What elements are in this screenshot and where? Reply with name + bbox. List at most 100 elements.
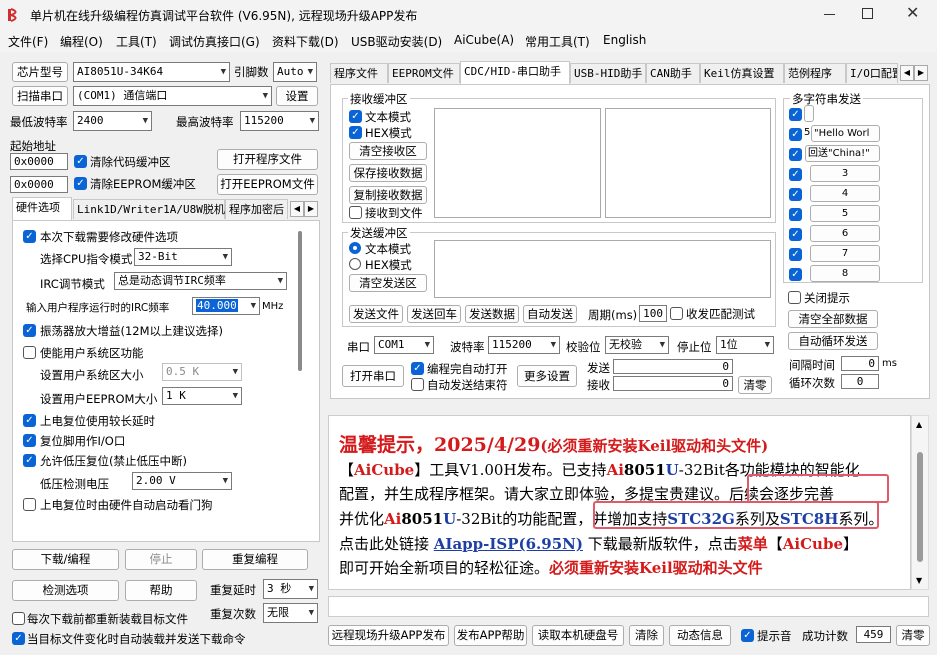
tab-scroll-left-icon[interactable]: ◀ — [290, 201, 304, 217]
download-program-button[interactable]: 下载/编程 — [12, 549, 119, 570]
clear-all-button[interactable]: 清空全部数据 — [788, 310, 878, 328]
port-settings-button[interactable]: 设置 — [276, 86, 318, 106]
multi-send-checkbox[interactable]: ✓ — [789, 188, 802, 201]
receive-text-area[interactable] — [434, 108, 601, 218]
auto-load-checkbox[interactable]: ✓ — [12, 632, 25, 645]
multi-send-button[interactable]: 5 — [810, 205, 880, 222]
stop-bits-select[interactable]: 1位 ▼ — [716, 336, 774, 354]
menu-program[interactable]: 编程(O) — [60, 33, 103, 50]
multi-send-button[interactable]: 3 — [810, 165, 880, 182]
send-text-mode-radio[interactable] — [349, 242, 361, 254]
long-delay-checkbox[interactable]: ✓ — [23, 414, 36, 427]
notice-scrollbar[interactable]: ▲ ▼ — [911, 415, 929, 590]
tab-usb-hid[interactable]: USB-HID助手 — [570, 63, 646, 83]
open-program-file-button[interactable]: 打开程序文件 — [217, 149, 318, 170]
receive-hex-area[interactable] — [605, 108, 771, 218]
scroll-down-icon[interactable]: ▼ — [916, 576, 922, 585]
auto-end-checkbox[interactable] — [411, 378, 424, 391]
more-settings-button[interactable]: 更多设置 — [517, 365, 577, 387]
multi-send-checkbox[interactable]: ✓ — [789, 128, 802, 141]
open-eeprom-file-button[interactable]: 打开EEPROM文件 — [217, 174, 318, 195]
user-area-checkbox[interactable] — [23, 346, 36, 359]
menu-english[interactable]: English — [603, 33, 646, 47]
repeat-program-button[interactable]: 重复编程 — [202, 549, 308, 570]
irc-freq-input[interactable]: 40.000 ▼ — [192, 297, 260, 315]
chip-model-select[interactable]: AI8051U-34K64 ▼ — [73, 62, 230, 82]
auto-open-checkbox[interactable]: ✓ — [411, 362, 424, 375]
parity-select[interactable]: 无校验 ▼ — [605, 336, 669, 354]
auto-wdt-checkbox[interactable] — [23, 498, 36, 511]
osc-gain-checkbox[interactable]: ✓ — [23, 324, 36, 337]
clear-count-button[interactable]: 清零 — [738, 376, 772, 394]
match-test-checkbox[interactable] — [670, 307, 683, 320]
recv-hex-mode-checkbox[interactable]: ✓ — [349, 126, 362, 139]
multi-send-button[interactable]: 4 — [810, 185, 880, 202]
lvr-checkbox[interactable]: ✓ — [23, 454, 36, 467]
save-receive-button[interactable]: 保存接收数据 — [349, 164, 427, 182]
help-button[interactable]: 帮助 — [125, 580, 197, 601]
download-link[interactable]: AIapp-ISP(6.95N) — [434, 535, 583, 553]
tab-examples[interactable]: 范例程序 — [784, 63, 846, 83]
publish-help-button[interactable]: 发布APP帮助 — [454, 625, 527, 646]
multi-send-checkbox[interactable]: ✓ — [789, 268, 802, 281]
recv-text-mode-checkbox[interactable]: ✓ — [349, 110, 362, 123]
menu-tools[interactable]: 工具(T) — [116, 33, 157, 50]
animation-button[interactable]: 动态信息 — [669, 625, 731, 646]
loop-count-input[interactable]: 0 — [841, 374, 879, 389]
tab-offline-writer[interactable]: Link1D/Writer1A/U8W脱机 — [73, 199, 225, 219]
minimize-icon[interactable] — [820, 6, 840, 22]
eeprom-size-select[interactable]: 1 K ▼ — [162, 387, 242, 405]
user-area-size-select[interactable]: 0.5 K ▼ — [162, 363, 242, 381]
multi-send-button[interactable]: 回送"China!" — [805, 145, 880, 162]
multi-send-checkbox[interactable]: ✓ — [789, 168, 802, 181]
clear-eeprom-checkbox[interactable]: ✓ — [74, 177, 87, 190]
right-tab-scroll-right-icon[interactable]: ▶ — [914, 65, 928, 81]
options-scrollbar[interactable] — [298, 231, 302, 371]
stop-button[interactable]: 停止 — [125, 549, 197, 570]
scroll-up-icon[interactable]: ▲ — [916, 420, 922, 429]
pin-count-select[interactable]: Auto ▼ — [273, 62, 317, 82]
tab-eeprom-file[interactable]: EEPROM文件 — [388, 63, 460, 83]
tab-scroll-right-icon[interactable]: ▶ — [304, 201, 318, 217]
auto-send-button[interactable]: 自动发送 — [523, 305, 577, 323]
max-baud-select[interactable]: 115200 ▼ — [240, 111, 319, 131]
scroll-thumb[interactable] — [917, 452, 923, 562]
read-disk-button[interactable]: 读取本机硬盘号 — [532, 625, 624, 646]
clear-receive-button[interactable]: 清空接收区 — [349, 142, 427, 160]
send-text-area[interactable] — [434, 240, 771, 298]
multi-send-checkbox[interactable]: ✓ — [789, 248, 802, 261]
tab-keil-settings[interactable]: Keil仿真设置 — [700, 63, 784, 83]
scan-port-button[interactable]: 扫描串口 — [12, 86, 68, 106]
repeat-count-select[interactable]: 无限 ▼ — [263, 603, 318, 623]
cpu-mode-select[interactable]: 32-Bit ▼ — [134, 248, 232, 266]
detect-options-button[interactable]: 检测选项 — [12, 580, 119, 601]
multi-send-checkbox[interactable]: ✓ — [789, 108, 802, 121]
multi-send-button[interactable]: 6 — [810, 225, 880, 242]
multi-send-button[interactable] — [804, 105, 814, 122]
right-tab-scroll-left-icon[interactable]: ◀ — [900, 65, 914, 81]
maximize-icon[interactable] — [862, 8, 873, 19]
menu-debug[interactable]: 调试仿真接口(G) — [169, 33, 260, 50]
repeat-delay-select[interactable]: 3 秒 ▼ — [263, 579, 318, 599]
menu-usb-driver[interactable]: USB驱动安装(D) — [351, 33, 442, 50]
modify-options-checkbox[interactable]: ✓ — [23, 230, 36, 243]
clear-button[interactable]: 清除 — [629, 625, 664, 646]
send-data-button[interactable]: 发送数据 — [465, 305, 519, 323]
reset-io-checkbox[interactable]: ✓ — [23, 434, 36, 447]
tab-encryption[interactable]: 程序加密后 — [225, 199, 288, 219]
code-start-address[interactable]: 0x0000 — [10, 153, 68, 170]
tab-serial-assistant[interactable]: CDC/HID-串口助手 — [460, 61, 570, 84]
period-input[interactable]: 100 — [639, 305, 667, 322]
menu-common-tools[interactable]: 常用工具(T) — [525, 33, 590, 50]
auto-loop-button[interactable]: 自动循环发送 — [788, 332, 878, 350]
send-return-button[interactable]: 发送回车 — [407, 305, 461, 323]
min-baud-select[interactable]: 2400 ▼ — [73, 111, 152, 131]
reset-count-button[interactable]: 清零 — [896, 625, 930, 646]
serial-port-select[interactable]: COM1 ▼ — [374, 336, 434, 354]
lvd-voltage-select[interactable]: 2.00 V ▼ — [132, 472, 232, 490]
multi-send-checkbox[interactable]: ✓ — [789, 148, 802, 161]
multi-send-button[interactable]: "Hello Worl — [811, 125, 880, 142]
multi-send-checkbox[interactable]: ✓ — [789, 208, 802, 221]
menu-download[interactable]: 资料下载(D) — [272, 33, 339, 50]
remote-upgrade-button[interactable]: 远程现场升级APP发布 — [328, 625, 449, 646]
